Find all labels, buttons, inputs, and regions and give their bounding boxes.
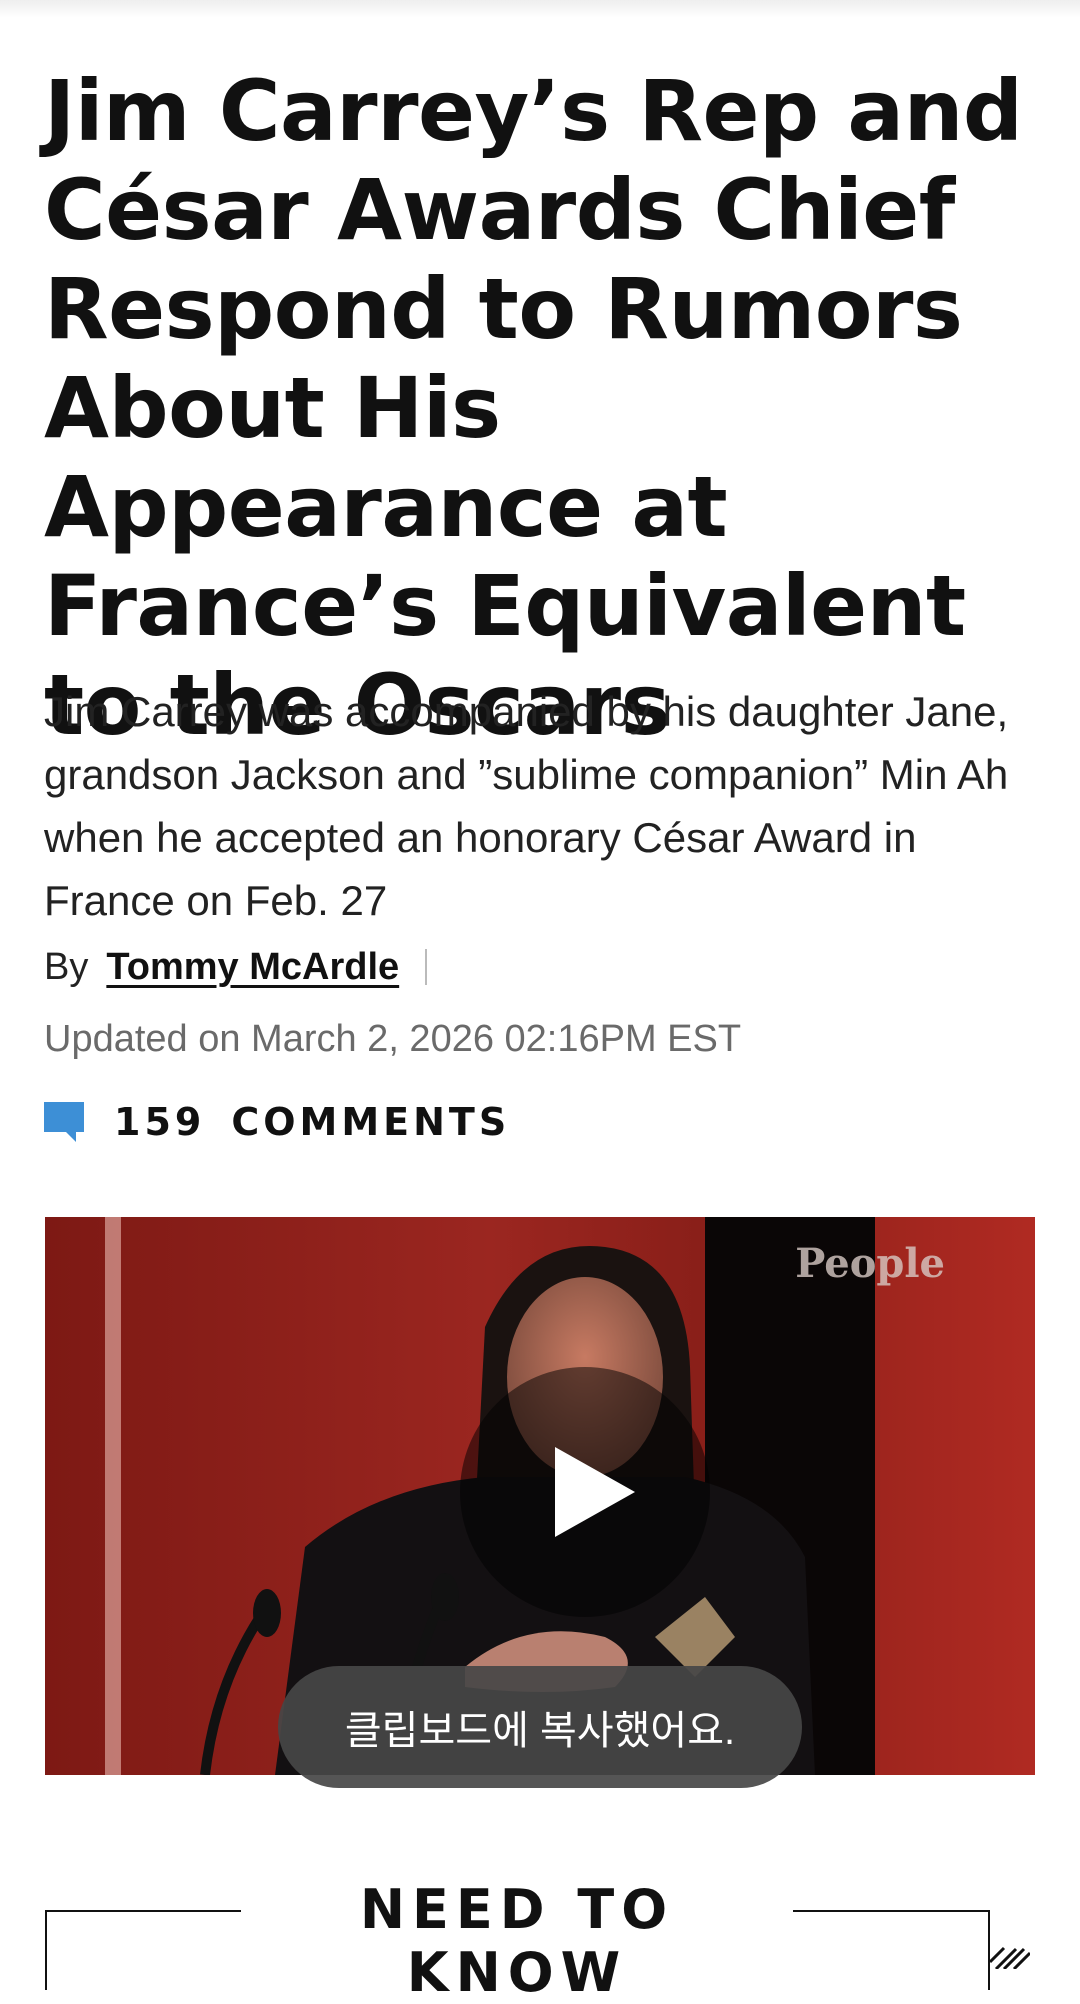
people-watermark: People [795, 1240, 945, 1287]
byline: By Tommy McArdle [44, 942, 428, 992]
comment-icon [44, 1102, 84, 1142]
byline-prefix: By [44, 945, 89, 988]
comments-link[interactable]: 159 COMMENTS [44, 1094, 510, 1150]
play-icon[interactable] [460, 1367, 710, 1617]
top-shadow-bar [0, 0, 1080, 18]
comments-count: 159 [114, 1100, 206, 1144]
author-link[interactable]: Tommy McArdle [106, 946, 399, 989]
section-border-side-left [45, 1910, 47, 1990]
section-border-right [793, 1910, 990, 1912]
need-to-know-title: NEED TO KNOW [359, 1878, 675, 2004]
toast-message: 클립보드에 복사했어요. [278, 1666, 802, 1788]
section-border-left [45, 1910, 241, 1912]
hatch-pattern-icon [990, 1946, 1030, 1969]
updated-timestamp: Updated on March 2, 2026 02:16PM EST [44, 1018, 742, 1060]
need-to-know-section: NEED TO KNOW [45, 1878, 990, 2004]
article-dek: Jim Carrey was accompanied by his daught… [44, 688, 1009, 924]
byline-divider [425, 949, 428, 985]
article-headline: Jim Carrey’s Rep and César Awards Chief … [44, 62, 1023, 754]
comments-label: COMMENTS [231, 1100, 511, 1144]
